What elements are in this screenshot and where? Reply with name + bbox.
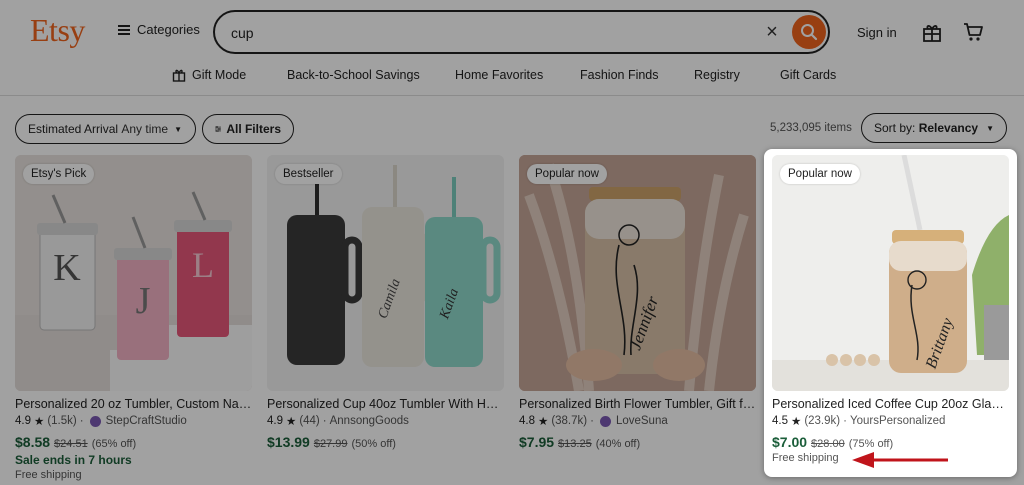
- search-input[interactable]: cup: [231, 25, 254, 41]
- arrival-value: Any time: [121, 122, 169, 136]
- menu-icon: [118, 24, 130, 35]
- tumblers-photo: Camila Kaila: [267, 155, 504, 391]
- original-price: $27.99: [313, 438, 348, 450]
- rating-value: 4.9: [267, 415, 283, 427]
- listing-card-highlighted[interactable]: Brittany Popular now Personalized Iced C…: [764, 149, 1017, 477]
- review-count: (38.7k): [551, 415, 588, 427]
- discount: (50% off): [351, 438, 396, 450]
- sale-countdown: Sale ends in 7 hours: [15, 453, 132, 467]
- item-count: 5,233,095 items: [770, 122, 852, 134]
- listing-badge: Popular now: [780, 164, 860, 184]
- listing-card[interactable]: Camila Kaila Bestseller Personalized Cup…: [267, 155, 504, 450]
- discount: (40% off): [595, 438, 641, 450]
- cart-icon[interactable]: [962, 21, 984, 43]
- price-row: $8.58 $24.51 (65% off): [15, 434, 252, 450]
- glass-cup-photo: Jennifer: [519, 155, 756, 391]
- rating-value: 4.5: [772, 415, 788, 427]
- listing-title[interactable]: Personalized Birth Flower Tumbler, Gift …: [519, 397, 756, 411]
- shipping-label: Free shipping: [15, 469, 82, 481]
- star-seller-icon: [599, 415, 611, 427]
- listing-badge: Popular now: [527, 164, 607, 184]
- estimated-arrival-filter[interactable]: Estimated Arrival Any time ▼: [15, 114, 196, 144]
- all-filters-label: All Filters: [226, 122, 281, 136]
- listing-title[interactable]: Personalized Iced Coffee Cup 20oz Glass …: [772, 397, 1009, 411]
- listing-image[interactable]: Brittany Popular now: [772, 155, 1009, 391]
- arrival-label: Estimated Arrival: [28, 122, 119, 136]
- nav-registry[interactable]: Registry: [694, 68, 740, 82]
- listing-rating: 4.9 ★ (44) · AnnsongGoods: [267, 415, 409, 428]
- original-price: $28.00: [811, 438, 845, 450]
- sort-label: Sort by:: [874, 121, 916, 135]
- iced-coffee-cup-photo: Brittany: [772, 155, 1009, 391]
- all-filters-button[interactable]: All Filters: [202, 114, 294, 144]
- nav-fashion-finds[interactable]: Fashion Finds: [580, 68, 659, 82]
- nav-home-favorites[interactable]: Home Favorites: [455, 68, 543, 82]
- gift-icon[interactable]: [921, 21, 943, 43]
- svg-text:J: J: [136, 280, 151, 322]
- categories-label: Categories: [137, 22, 200, 37]
- sale-price: $13.99: [267, 434, 310, 450]
- gift-icon: [172, 69, 186, 82]
- price-row: $7.95 $13.25 (40% off): [519, 434, 756, 450]
- search-button[interactable]: [792, 15, 826, 49]
- original-price: $24.51: [54, 438, 88, 450]
- sliders-icon: [215, 125, 222, 133]
- sort-value: Relevancy: [918, 121, 979, 135]
- nav-label: Gift Mode: [192, 68, 247, 82]
- discount: (75% off): [848, 438, 894, 450]
- review-count: (44): [299, 415, 320, 427]
- seller-name[interactable]: AnnsongGoods: [330, 415, 409, 427]
- search-icon: [801, 24, 818, 41]
- nav-gift-cards[interactable]: Gift Cards: [780, 68, 836, 82]
- listing-title[interactable]: Personalized Cup 40oz Tumbler With Handl…: [267, 397, 504, 411]
- listing-image[interactable]: Camila Kaila Bestseller: [267, 155, 504, 391]
- price-row: $7.00 $28.00 (75% off): [772, 434, 1009, 450]
- seller-name[interactable]: LoveSuna: [616, 415, 668, 427]
- caret-down-icon: ▼: [986, 123, 994, 133]
- sale-price: $7.95: [519, 434, 555, 450]
- tumblers-photo: K J L: [15, 155, 252, 391]
- svg-text:L: L: [192, 245, 214, 285]
- sort-dropdown[interactable]: Sort by: Relevancy ▼: [861, 113, 1007, 143]
- clear-search-icon[interactable]: ×: [761, 20, 783, 44]
- listing-badge: Etsy's Pick: [23, 164, 95, 184]
- seller-name[interactable]: StepCraftStudio: [106, 415, 187, 427]
- star-icon: ★: [34, 416, 45, 428]
- search-bar: cup ×: [213, 10, 830, 54]
- nav-gift-mode[interactable]: Gift Mode: [172, 68, 246, 82]
- sale-price: $7.00: [772, 434, 808, 450]
- listing-title[interactable]: Personalized 20 oz Tumbler, Custom Name …: [15, 397, 252, 411]
- categories-button[interactable]: Categories: [118, 22, 200, 37]
- discount: (65% off): [91, 438, 137, 450]
- listing-rating: 4.5 ★ (23.9k) · YoursPersonalized: [772, 415, 946, 428]
- listing-image[interactable]: Jennifer Popular now: [519, 155, 756, 391]
- rating-value: 4.9: [15, 415, 31, 427]
- star-icon: ★: [538, 416, 549, 428]
- review-count: (1.5k): [47, 415, 77, 427]
- header: Etsy Categories cup × Sign in: [0, 0, 1024, 62]
- listing-rating: 4.9 ★ (1.5k) · StepCraftStudio: [15, 415, 187, 428]
- price-row: $13.99 $27.99 (50% off): [267, 434, 504, 450]
- star-icon: ★: [286, 416, 297, 428]
- annotation-arrow-icon: [852, 452, 948, 468]
- listing-rating: 4.8 ★ (38.7k) · LoveSuna: [519, 415, 668, 428]
- star-icon: ★: [791, 416, 802, 428]
- listing-card[interactable]: K J L Etsy's Pick Personalized 20 oz Tum…: [15, 155, 252, 481]
- caret-down-icon: ▼: [174, 124, 182, 134]
- review-count: (23.9k): [804, 415, 841, 427]
- sub-navigation: Gift Mode Back-to-School Savings Home Fa…: [0, 62, 1024, 96]
- listing-image[interactable]: K J L Etsy's Pick: [15, 155, 252, 391]
- rating-value: 4.8: [519, 415, 535, 427]
- etsy-logo[interactable]: Etsy: [30, 12, 85, 49]
- seller-name[interactable]: YoursPersonalized: [850, 415, 945, 427]
- star-seller-icon: [89, 415, 101, 427]
- sign-in-link[interactable]: Sign in: [857, 25, 897, 40]
- original-price: $13.25: [558, 438, 592, 450]
- listing-badge: Bestseller: [275, 164, 342, 184]
- svg-text:K: K: [53, 247, 81, 289]
- sale-price: $8.58: [15, 434, 51, 450]
- nav-back-to-school[interactable]: Back-to-School Savings: [287, 68, 420, 82]
- listing-card[interactable]: Jennifer Popular now Personalized Birth …: [519, 155, 756, 450]
